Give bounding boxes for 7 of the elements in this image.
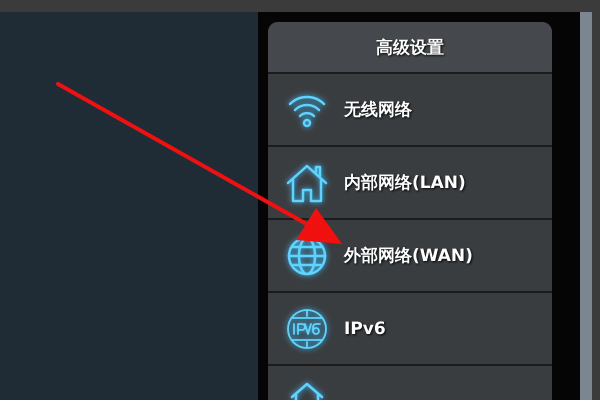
menu-item[interactable]: 无线网络 [268, 74, 552, 147]
menu-title: 高级设置 [268, 22, 552, 74]
menu-item[interactable]: IPv6 [268, 293, 552, 366]
menu-item-label: 无线网络 [344, 99, 412, 121]
menu-item-label: 外部网络(WAN) [344, 245, 473, 267]
menu-item-label: IPv6 [344, 318, 386, 338]
menu-item-label: 内部网络(LAN) [344, 172, 466, 194]
